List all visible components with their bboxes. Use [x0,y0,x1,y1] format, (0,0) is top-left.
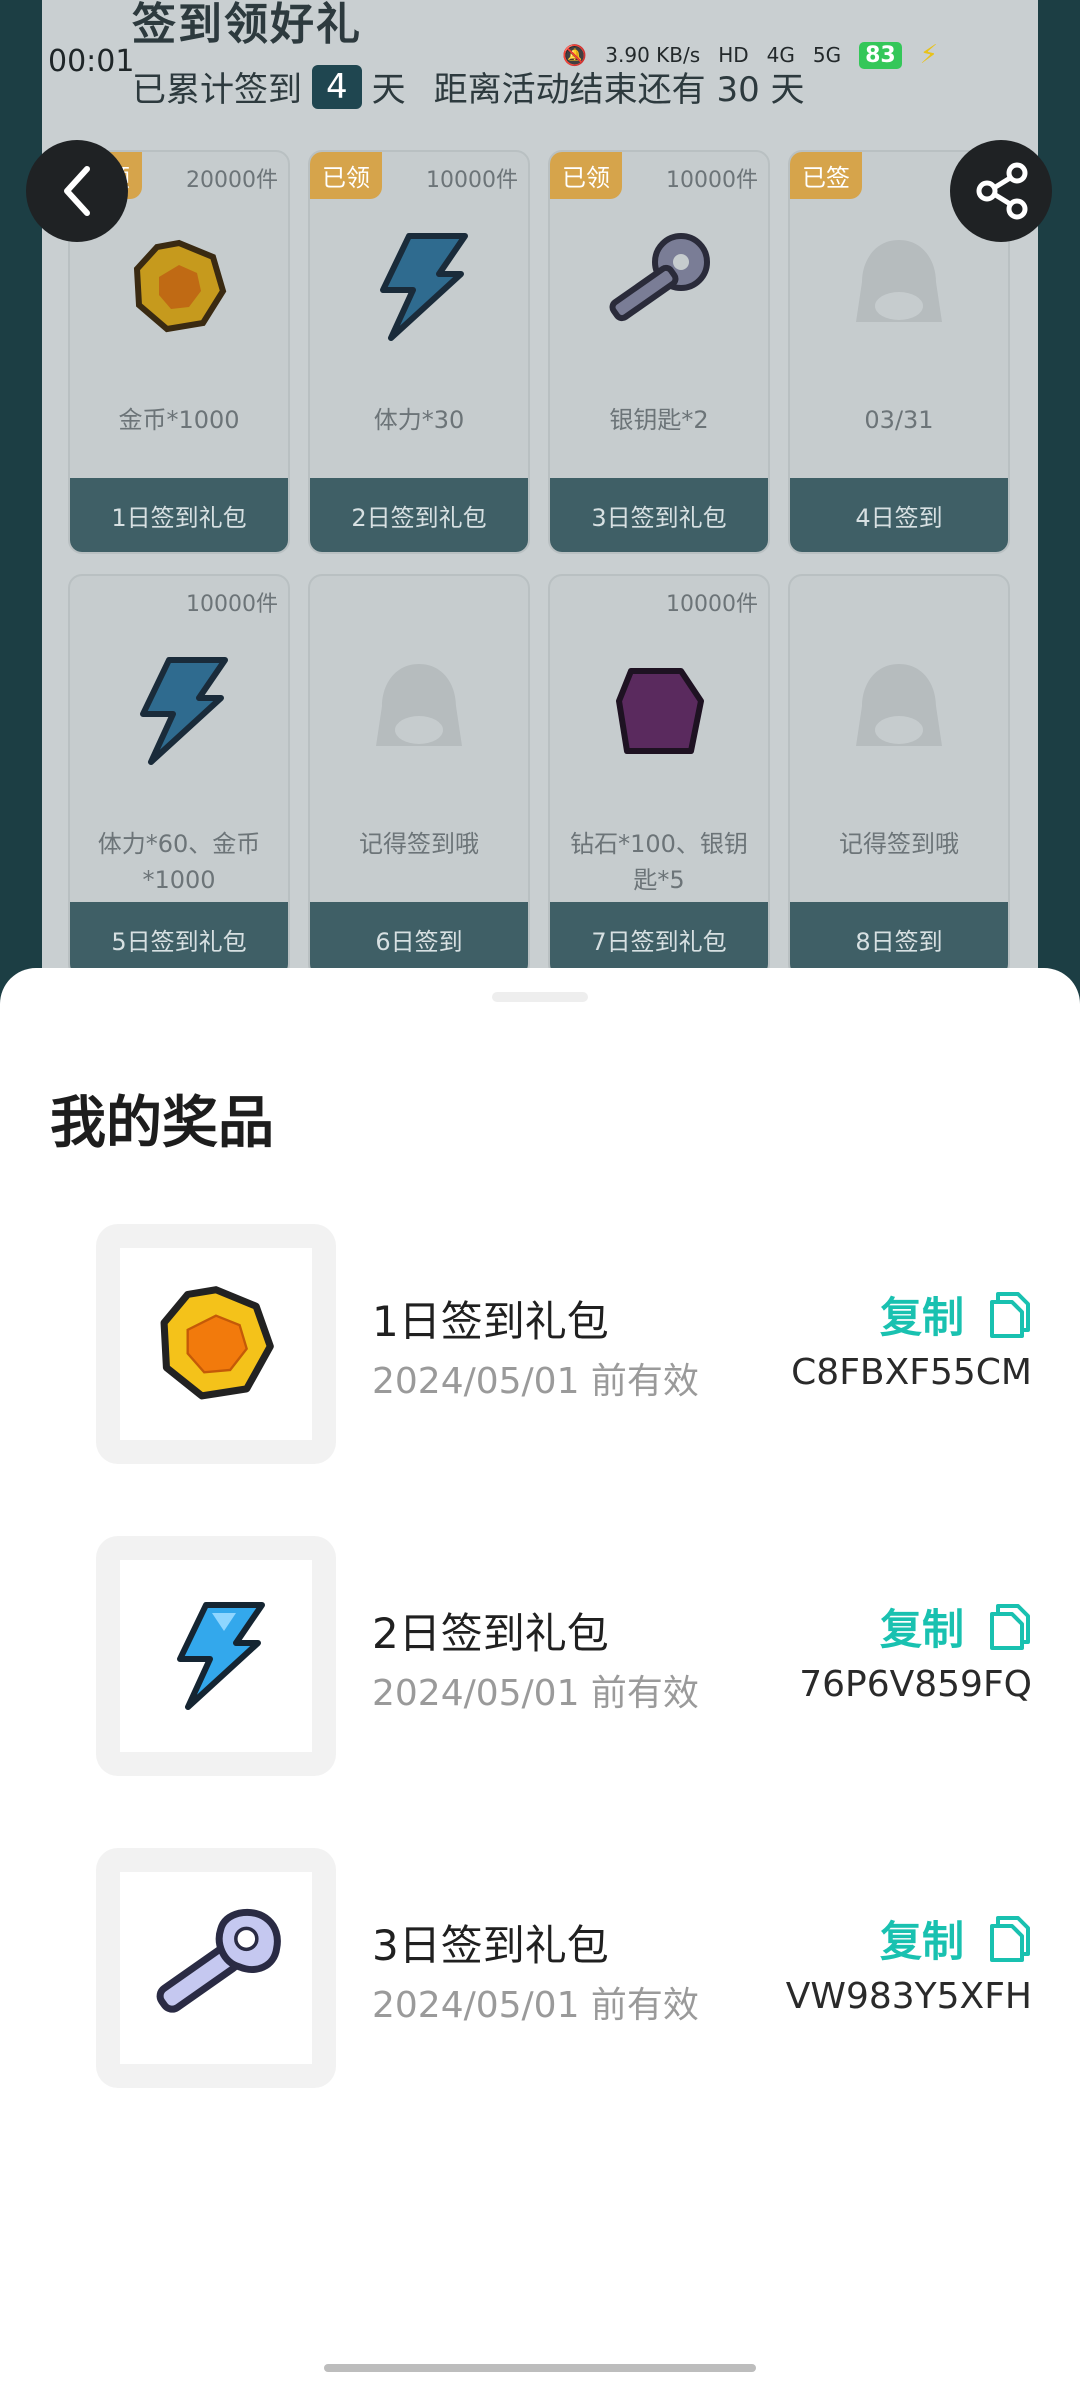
network-speed: 3.90 KB/s [605,43,701,67]
back-button[interactable] [26,140,128,242]
signal-5g: 5G [812,43,842,67]
card-footer: 1日签到礼包 [70,478,288,552]
copy-button[interactable]: 复制 [880,1596,1032,1657]
reward-desc: 03/31 [864,406,934,434]
mascot-placeholder-icon [834,222,964,352]
card-footer: 8日签到 [790,902,1008,976]
lightning-icon [177,1602,265,1710]
status-icons: 🔕 3.90 KB/s HD 4G 5G 83 ⚡ [562,40,938,70]
redeem-code: VW983Y5XFH [785,1976,1032,2017]
claimed-tag: 已领 [310,152,382,199]
mascot-placeholder-icon [834,646,964,776]
reward-card-7[interactable]: 10000件 钻石*100、银钥匙*5 7日签到礼包 [548,574,770,978]
prize-thumbnail [96,1536,336,1776]
lightning-icon [354,222,484,352]
prizes-sheet: 我的奖品 1日签到礼包 2024/05/01 前有效 复制 C8FBXF55CM… [0,968,1080,2408]
reward-card-6[interactable]: 记得签到哦 6日签到 [308,574,530,978]
prize-name: 1日签到礼包 [372,1297,609,1346]
claimed-tag: 已领 [550,152,622,199]
reward-desc: 体力*30 [373,406,465,434]
coin-icon [114,222,244,352]
copy-label: 复制 [879,1293,964,1342]
prize-name: 3日签到礼包 [372,1921,609,1970]
reward-card-5[interactable]: 10000件 体力*60、金币*1000 5日签到礼包 [68,574,290,978]
redeem-code: 76P6V859FQ [799,1664,1032,1705]
stock-count: 10000件 [666,592,758,617]
status-time: 00:01 [48,44,135,79]
key-icon [156,1908,281,2013]
chevron-left-icon [64,166,90,216]
charging-icon: ⚡ [919,40,938,70]
prize-thumbnail [96,1848,336,2088]
card-footer: 3日签到礼包 [550,478,768,552]
share-button[interactable] [950,140,1052,242]
copy-label: 复制 [879,1917,964,1966]
card-footer: 6日签到 [310,902,528,976]
reward-desc: 钻石*100、银钥匙*5 [570,830,748,894]
reward-card-8[interactable]: 记得签到哦 8日签到 [788,574,1010,978]
copy-label: 复制 [879,1605,964,1654]
coin-icon [160,1286,274,1400]
card-footer: 2日签到礼包 [310,478,528,552]
prize-item: 3日签到礼包 2024/05/01 前有效 复制 VW983Y5XFH [96,1848,1032,2088]
stock-count: 10000件 [186,592,278,617]
prize-thumbnail [96,1224,336,1464]
share-icon [976,162,1028,220]
stock-count: 10000件 [666,168,758,193]
copy-icon [990,1603,1030,1650]
card-footer: 4日签到 [790,478,1008,552]
reward-card-2[interactable]: 已领 10000件 体力*30 2日签到礼包 [308,150,530,554]
hd-badge: HD [718,43,749,67]
prize-item: 1日签到礼包 2024/05/01 前有效 复制 C8FBXF55CM [96,1224,1032,1464]
card-footer: 5日签到礼包 [70,902,288,976]
stock-count: 20000件 [186,168,278,193]
sheet-drag-handle[interactable] [492,992,588,1002]
prize-expiry: 2024/05/01 前有效 [372,1361,699,1402]
home-indicator[interactable] [324,2364,756,2372]
copy-button[interactable]: 复制 [880,1908,1032,1969]
reward-desc: 记得签到哦 [359,830,479,858]
copy-button[interactable]: 复制 [880,1284,1032,1345]
stock-count: 10000件 [426,168,518,193]
prize-expiry: 2024/05/01 前有效 [372,1673,699,1714]
battery-level: 83 [859,41,902,69]
reward-desc: 体力*60、金币*1000 [97,830,261,894]
signal-4g: 4G [766,43,795,67]
redeem-code: C8FBXF55CM [791,1352,1032,1393]
reward-desc: 记得签到哦 [839,830,959,858]
sheet-title: 我的奖品 [50,1091,274,1156]
copy-icon [990,1291,1030,1338]
prize-expiry: 2024/05/01 前有效 [372,1985,699,2026]
mute-icon: 🔕 [562,43,588,67]
gem-icon [594,646,724,776]
card-footer: 7日签到礼包 [550,902,768,976]
reward-desc: 金币*1000 [118,406,240,434]
reward-card-3[interactable]: 已领 10000件 银钥匙*2 3日签到礼包 [548,150,770,554]
copy-icon [990,1915,1030,1962]
reward-grid: 已领 20000件 金币*1000 1日签到礼包 已领 10000件 体力*30… [68,150,1012,978]
status-bar: 00:01 🔕 3.90 KB/s HD 4G 5G 83 ⚡ [0,40,1080,90]
prize-name: 2日签到礼包 [372,1609,609,1658]
reward-desc: 银钥匙*2 [609,406,709,434]
prize-item: 2日签到礼包 2024/05/01 前有效 复制 76P6V859FQ [96,1536,1032,1776]
lightning-icon [114,646,244,776]
mascot-placeholder-icon [354,646,484,776]
key-icon [594,222,724,352]
signed-tag: 已签 [790,152,862,199]
